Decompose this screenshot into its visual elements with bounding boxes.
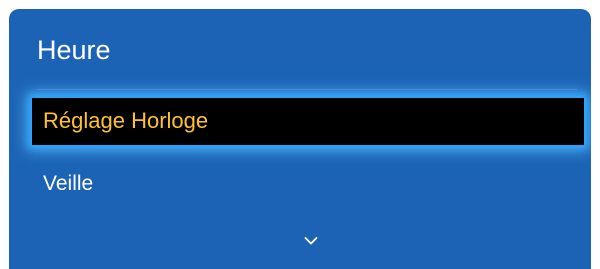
menu-panel: Heure Réglage Horloge Veille xyxy=(9,9,591,269)
title-divider xyxy=(37,89,577,90)
menu-item-reglage-horloge[interactable]: Réglage Horloge xyxy=(32,98,584,145)
chevron-down-icon[interactable] xyxy=(304,236,318,246)
menu-item-label: Réglage Horloge xyxy=(43,108,209,133)
menu-title: Heure xyxy=(37,35,111,65)
menu-item-veille[interactable]: Veille xyxy=(43,172,93,196)
